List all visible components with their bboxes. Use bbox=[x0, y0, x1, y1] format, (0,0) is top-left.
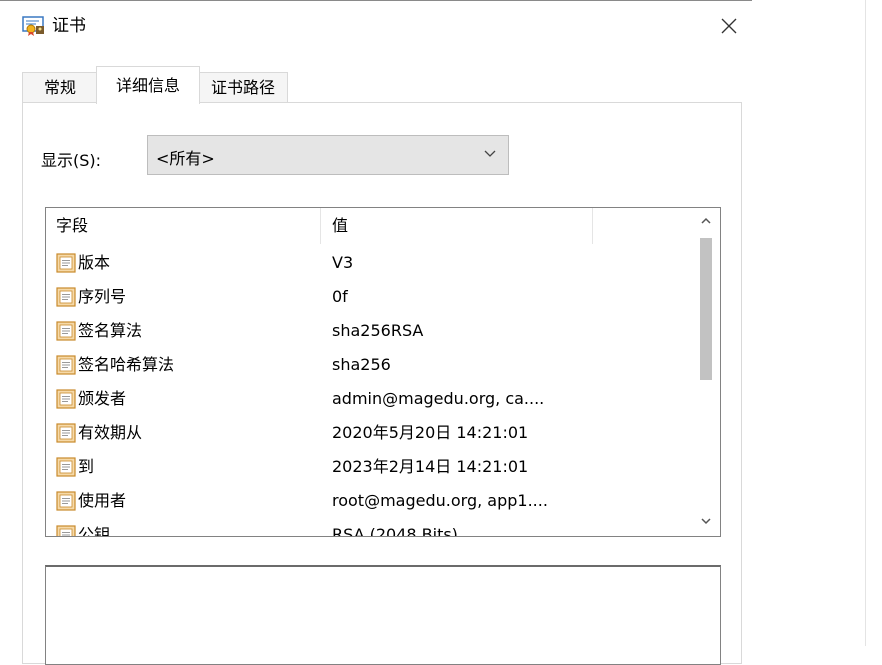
chevron-down-icon bbox=[699, 513, 713, 532]
field-icon bbox=[56, 423, 76, 443]
list-row[interactable]: 到 2023年2月14日 14:21:01 bbox=[46, 450, 692, 484]
list-row[interactable]: 有效期从 2020年5月20日 14:21:01 bbox=[46, 416, 692, 450]
list-row[interactable]: 版本 V3 bbox=[46, 246, 692, 280]
row-field-value: V3 bbox=[332, 253, 354, 272]
row-field-name: 签名哈希算法 bbox=[78, 355, 175, 374]
row-field-value: sha256RSA bbox=[332, 321, 424, 340]
row-field-value: 0f bbox=[332, 287, 348, 306]
scroll-up-button[interactable] bbox=[692, 208, 720, 236]
row-field-value: root@magedu.org, app1.... bbox=[332, 491, 548, 510]
tab-general[interactable]: 常规 bbox=[22, 72, 98, 103]
show-label: 显示(S): bbox=[41, 151, 102, 170]
row-field-value: admin@magedu.org, ca.... bbox=[332, 389, 545, 408]
scroll-thumb[interactable] bbox=[700, 238, 712, 380]
list-header: 字段 值 bbox=[46, 208, 692, 244]
row-field-name: 使用者 bbox=[78, 491, 127, 510]
field-icon bbox=[56, 253, 76, 273]
field-icon bbox=[56, 389, 76, 409]
field-icon bbox=[56, 287, 76, 307]
close-icon bbox=[720, 17, 738, 39]
background-divider bbox=[865, 0, 866, 646]
row-field-value: sha256 bbox=[332, 355, 391, 374]
list-row[interactable]: 公钥 RSA (2048 Bits) bbox=[46, 518, 692, 537]
list-rows: 版本 V3 序列号 0f 签名算法 sha256RSA 签名哈希算法 sha256 颁发者 adm… bbox=[46, 246, 692, 537]
dialog-titlebar: 证书 bbox=[0, 1, 752, 53]
close-button[interactable] bbox=[712, 11, 746, 45]
row-field-name: 版本 bbox=[78, 253, 111, 272]
row-field-name: 颁发者 bbox=[78, 389, 127, 408]
field-icon bbox=[56, 457, 76, 477]
tab-certification-path[interactable]: 证书路径 bbox=[198, 72, 288, 103]
column-header-field[interactable]: 字段 bbox=[56, 208, 88, 244]
row-field-value: RSA (2048 Bits) bbox=[332, 525, 458, 537]
list-row[interactable]: 使用者 root@magedu.org, app1.... bbox=[46, 484, 692, 518]
column-divider[interactable] bbox=[592, 208, 593, 244]
field-detail-box[interactable] bbox=[45, 565, 721, 665]
row-field-name: 有效期从 bbox=[78, 423, 143, 442]
show-dropdown[interactable]: <所有> bbox=[147, 135, 509, 175]
chevron-up-icon bbox=[699, 213, 713, 232]
list-row[interactable]: 序列号 0f bbox=[46, 280, 692, 314]
row-field-name: 到 bbox=[78, 457, 95, 476]
show-dropdown-value: <所有> bbox=[156, 149, 215, 168]
row-field-name: 序列号 bbox=[78, 287, 127, 306]
scroll-down-button[interactable] bbox=[692, 508, 720, 536]
column-divider[interactable] bbox=[320, 208, 321, 244]
field-icon bbox=[56, 525, 76, 536]
field-icon bbox=[56, 355, 76, 375]
field-icon bbox=[56, 491, 76, 511]
list-row[interactable]: 签名哈希算法 sha256 bbox=[46, 348, 692, 382]
column-header-value[interactable]: 值 bbox=[332, 208, 348, 244]
list-row[interactable]: 颁发者 admin@magedu.org, ca.... bbox=[46, 382, 692, 416]
chevron-down-icon bbox=[482, 145, 498, 161]
tab-details[interactable]: 详细信息 bbox=[96, 66, 200, 104]
row-field-name: 签名算法 bbox=[78, 321, 143, 340]
list-row[interactable]: 签名算法 sha256RSA bbox=[46, 314, 692, 348]
row-field-name: 公钥 bbox=[78, 525, 111, 537]
row-field-value: 2023年2月14日 14:21:01 bbox=[332, 457, 529, 476]
dialog-title: 证书 bbox=[52, 16, 86, 36]
vertical-scrollbar[interactable] bbox=[692, 208, 720, 536]
certificate-icon bbox=[22, 16, 46, 36]
field-list[interactable]: 字段 值 版本 V3 序列号 0f 签名算法 sha256RSA 签名哈希算法 sha256 颁… bbox=[45, 207, 721, 537]
field-icon bbox=[56, 321, 76, 341]
row-field-value: 2020年5月20日 14:21:01 bbox=[332, 423, 529, 442]
details-panel: 显示(S): <所有> 字段 值 版本 V3 序列号 0f 签名算法 sha256RSA 签… bbox=[22, 102, 742, 665]
